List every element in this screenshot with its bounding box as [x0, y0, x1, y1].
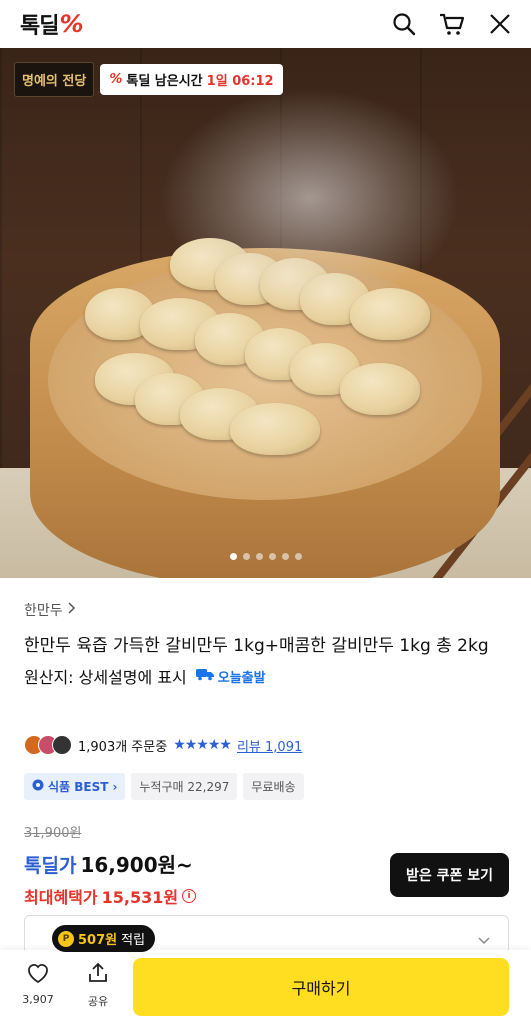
- rating-stars: ★★★★★: [173, 737, 232, 753]
- like-count: 3,907: [22, 993, 54, 1006]
- heart-icon: [26, 962, 50, 987]
- deal-percent-icon: %: [109, 72, 123, 87]
- hall-of-fame-badge: 명예의 전당: [14, 62, 95, 97]
- gear-badge-icon: [32, 779, 44, 794]
- logo-text: 톡딜: [20, 14, 59, 39]
- carousel-dot[interactable]: [242, 553, 250, 560]
- carousel-dot[interactable]: [255, 553, 263, 560]
- product-image[interactable]: 명예의 전당 % 톡딜 남은시간 1일 06:12: [0, 48, 531, 578]
- carousel-dot[interactable]: [294, 553, 302, 560]
- today-shipping-label: 오늘출발: [217, 670, 266, 686]
- max-benefit-value: 15,531원: [101, 888, 179, 907]
- deal-price-value: 16,900원~: [80, 853, 193, 877]
- chevron-down-icon: [478, 934, 490, 948]
- view-coupons-button[interactable]: 받은 쿠폰 보기: [390, 853, 509, 897]
- carousel-indicator: [0, 553, 531, 560]
- search-icon[interactable]: [391, 11, 417, 37]
- product-title: 한만두 육즙 가득한 갈비만두 1kg+매콤한 갈비만두 1kg 총 2kg: [24, 636, 489, 656]
- info-icon[interactable]: i: [182, 889, 197, 903]
- original-price: 31,900원: [24, 826, 82, 841]
- deal-timer-badge: % 톡딜 남은시간 1일 06:12: [100, 64, 283, 95]
- food-best-tag[interactable]: 식품 BEST ›: [24, 773, 126, 800]
- bottom-action-bar: 3,907 공유 구매하기: [0, 950, 531, 1024]
- today-shipping-badge: 오늘출발: [195, 667, 266, 686]
- chevron-right-icon: [66, 602, 76, 618]
- talkdeal-logo[interactable]: 톡딜 %: [20, 8, 84, 40]
- cumulative-purchase-tag: 누적구매 22,297: [131, 773, 238, 800]
- carousel-dot[interactable]: [281, 553, 289, 560]
- point-coin-icon: P: [58, 930, 74, 947]
- truck-icon: [195, 667, 215, 685]
- share-icon: [87, 962, 109, 987]
- share-button[interactable]: 공유: [78, 962, 118, 1009]
- logo-mark: %: [59, 10, 83, 38]
- buyer-avatars: [24, 735, 72, 755]
- max-benefit-label: 최대혜택가: [24, 888, 98, 907]
- points-tooltip: P 507원 적립: [52, 925, 156, 952]
- close-icon[interactable]: [487, 11, 513, 37]
- cart-icon[interactable]: [439, 11, 465, 37]
- like-button[interactable]: 3,907: [18, 962, 58, 1006]
- timer-label: 톡딜 남은시간: [126, 74, 203, 89]
- free-shipping-tag: 무료배송: [243, 773, 304, 800]
- food-best-label: 식품 BEST: [48, 780, 109, 794]
- chevron-right-icon: ›: [112, 779, 118, 794]
- top-bar: 톡딜 %: [0, 0, 531, 48]
- origin-text: 원산지: 상세설명에 표시: [24, 668, 187, 687]
- carousel-dot[interactable]: [229, 553, 237, 560]
- carousel-dot[interactable]: [268, 553, 276, 560]
- deal-price-label: 톡딜가: [24, 855, 77, 877]
- brand-link[interactable]: 한만두: [24, 600, 514, 620]
- buy-button[interactable]: 구매하기: [133, 958, 509, 1016]
- review-link[interactable]: 리뷰 1,091: [237, 736, 302, 755]
- points-suffix: 적립: [121, 933, 146, 948]
- share-label: 공유: [87, 995, 109, 1008]
- timer-value: 1일 06:12: [206, 74, 274, 89]
- product-page: 톡딜 % 명예의 전당 % 톡딜 남은시간 1일 06:12 한만두 한만두 육…: [0, 0, 531, 1024]
- brand-name: 한만두: [24, 603, 63, 619]
- order-count: 1,903개 주문중: [78, 739, 168, 755]
- points-amount: 507원: [78, 933, 118, 948]
